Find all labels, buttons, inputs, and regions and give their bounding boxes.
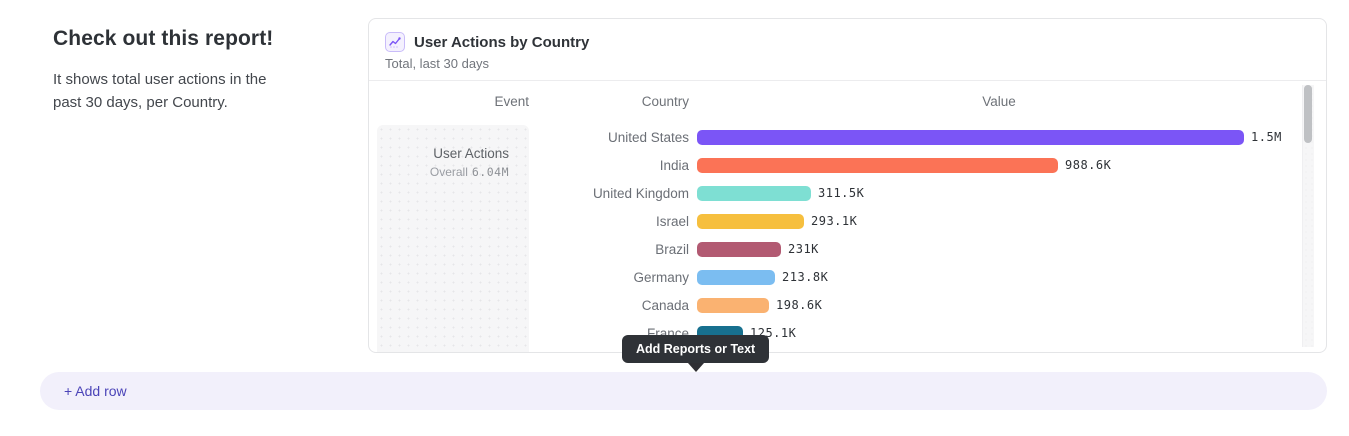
value-bar[interactable] (697, 242, 781, 257)
country-label: Brazil (369, 242, 689, 257)
bar-rows: United States 1.5M India 988.6K United Kingd… (369, 123, 1326, 347)
value-bar[interactable] (697, 214, 804, 229)
scrollbar-thumb[interactable] (1304, 85, 1312, 143)
value-bar[interactable] (697, 298, 769, 313)
intro-block: Check out this report! It shows total us… (53, 27, 313, 114)
bar-wrap: 988.6K (697, 158, 1326, 173)
tooltip-label: Add Reports or Text (636, 342, 755, 356)
bar-row: Canada 198.6K (369, 291, 1326, 319)
column-header-country: Country (642, 94, 689, 109)
report-card[interactable]: User Actions by Country Total, last 30 d… (368, 18, 1327, 353)
report-card-header: User Actions by Country Total, last 30 d… (369, 19, 1326, 81)
bar-value-label: 293.1K (811, 214, 857, 228)
bar-row: Israel 293.1K (369, 207, 1326, 235)
bar-row: United Kingdom 311.5K (369, 179, 1326, 207)
country-label: Israel (369, 214, 689, 229)
bar-value-label: 213.8K (782, 270, 828, 284)
intro-title: Check out this report! (53, 27, 313, 51)
bar-row: Brazil 231K (369, 235, 1326, 263)
bar-row: France125.1K (369, 319, 1326, 347)
country-label: India (369, 158, 689, 173)
report-subtitle: Total, last 30 days (385, 56, 1310, 71)
bar-value-label: 231K (788, 242, 819, 256)
value-bar[interactable] (697, 270, 775, 285)
bar-wrap: 125.1K (697, 326, 1326, 341)
country-label: United States (369, 130, 689, 145)
report-title[interactable]: User Actions by Country (414, 34, 589, 51)
bar-value-label: 198.6K (776, 298, 822, 312)
bar-value-label: 311.5K (818, 186, 864, 200)
bar-wrap: 231K (697, 242, 1326, 257)
bar-wrap: 198.6K (697, 298, 1326, 313)
country-label: Germany (369, 270, 689, 285)
line-chart-icon (385, 32, 405, 52)
bar-wrap: 311.5K (697, 186, 1326, 201)
chart-area: Event Country Value User Actions Overall… (369, 82, 1326, 352)
add-row-label: + Add row (64, 383, 127, 399)
value-bar[interactable] (697, 158, 1058, 173)
bar-wrap: 293.1K (697, 214, 1326, 229)
bar-value-label: 1.5M (1251, 130, 1282, 144)
intro-description: It shows total user actions in the past … (53, 69, 298, 114)
add-reports-tooltip: Add Reports or Text (622, 335, 769, 363)
bar-row: India 988.6K (369, 151, 1326, 179)
bar-row: Germany 213.8K (369, 263, 1326, 291)
value-bar[interactable] (697, 186, 811, 201)
country-label: Canada (369, 298, 689, 313)
bar-wrap: 1.5M (697, 130, 1326, 145)
bar-wrap: 213.8K (697, 270, 1326, 285)
add-row-button[interactable]: + Add row (40, 372, 1327, 410)
bar-value-label: 988.6K (1065, 158, 1111, 172)
country-label: United Kingdom (369, 186, 689, 201)
value-bar[interactable] (697, 130, 1244, 145)
tooltip-arrow-icon (688, 363, 704, 372)
column-header-value: Value (929, 94, 1069, 109)
bar-row: United States 1.5M (369, 123, 1326, 151)
column-header-event: Event (494, 94, 529, 109)
